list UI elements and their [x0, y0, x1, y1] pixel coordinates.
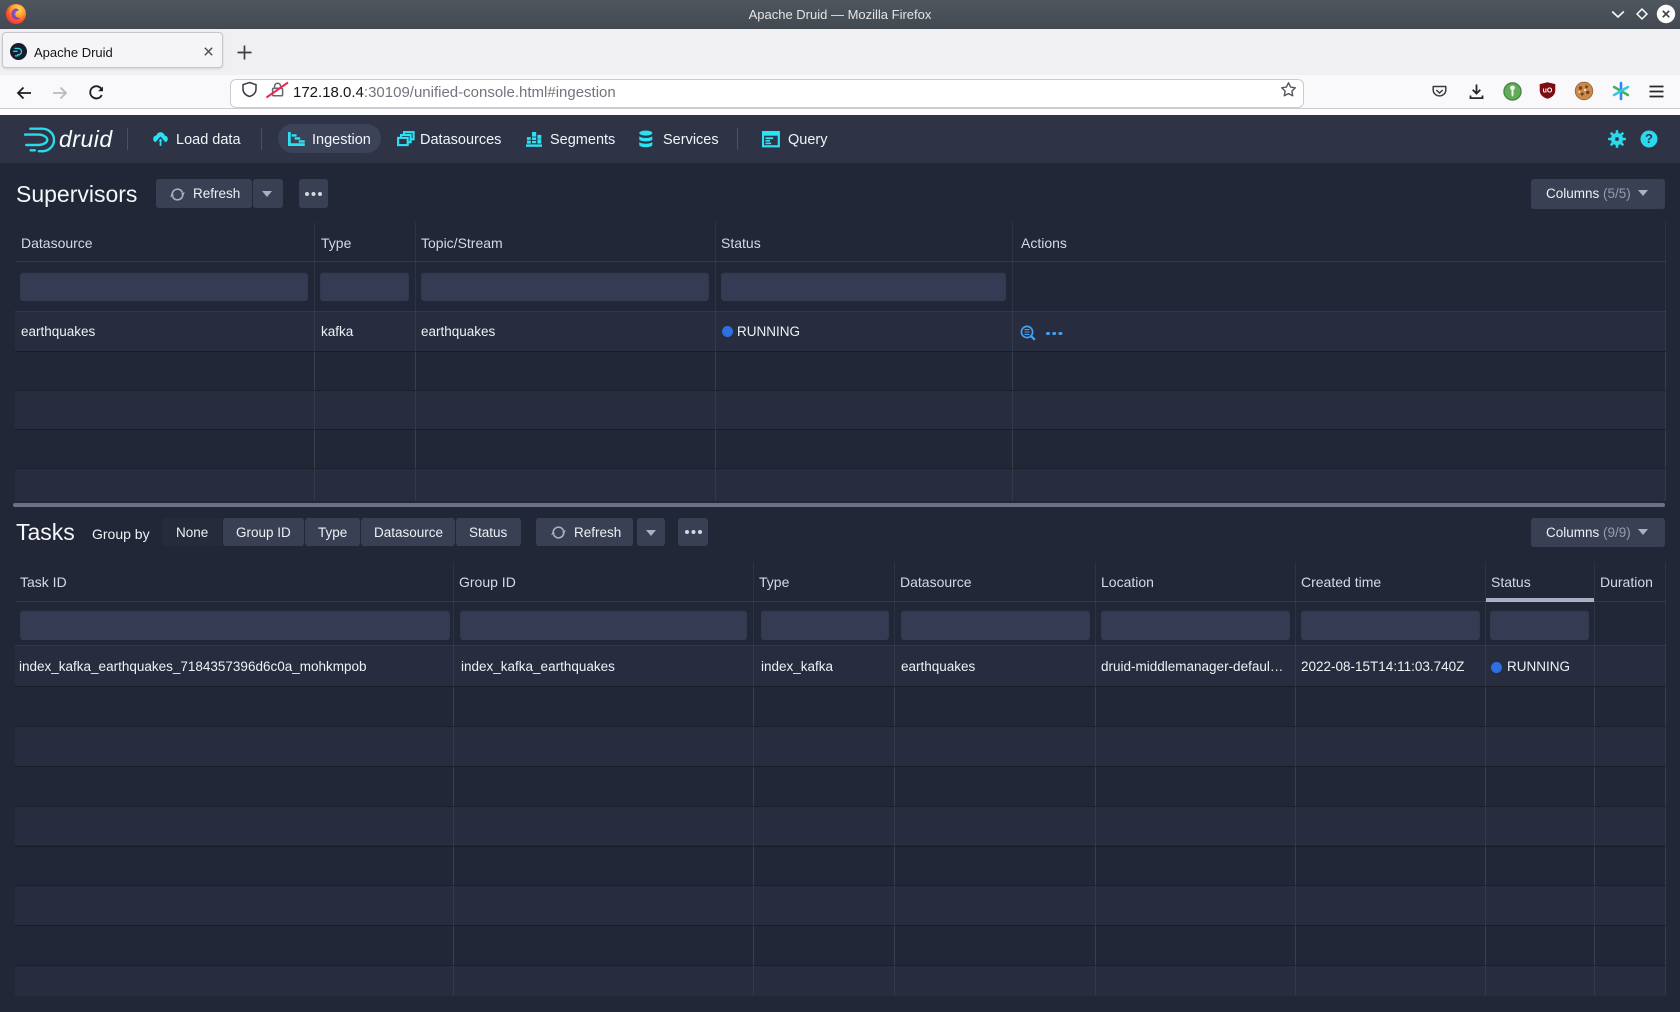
svg-text:uO: uO	[1543, 88, 1553, 95]
svg-text:?: ?	[1645, 131, 1653, 146]
